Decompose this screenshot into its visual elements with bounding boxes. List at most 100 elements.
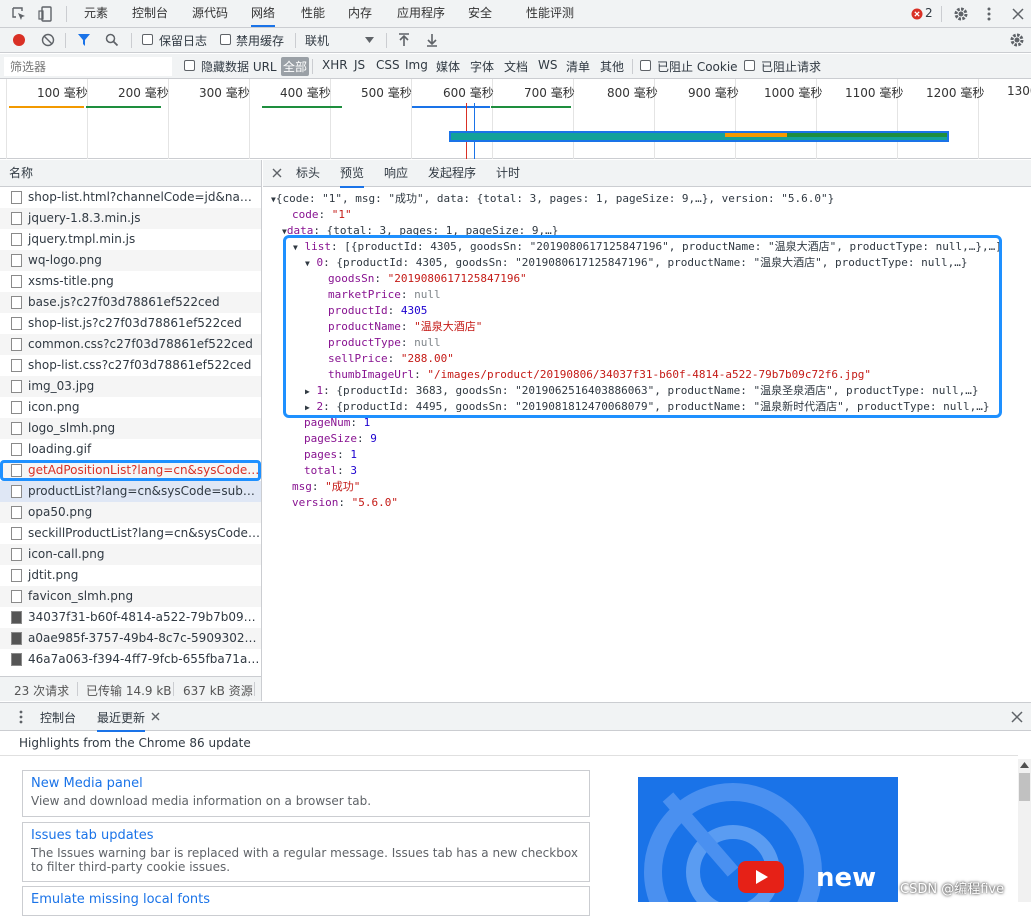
request-row[interactable]: xsms-title.png xyxy=(0,271,261,292)
preserve-log-checkbox[interactable] xyxy=(142,34,153,45)
drawer-tab-console[interactable]: 控制台 xyxy=(40,709,76,726)
tab-elements[interactable]: 元素 xyxy=(84,0,108,27)
tab-lighthouse[interactable]: 性能评测 xyxy=(526,0,574,27)
close-devtools-icon[interactable] xyxy=(1012,8,1024,20)
youtube-play-icon[interactable] xyxy=(738,861,784,893)
filter-type-manifest[interactable]: 清单 xyxy=(566,58,590,75)
whats-new-card[interactable]: New Media panel View and download media … xyxy=(22,770,590,817)
record-icon[interactable] xyxy=(12,33,26,47)
request-row[interactable]: common.css?c27f03d78861ef522ced xyxy=(0,334,261,355)
scrollbar-thumb[interactable] xyxy=(1019,773,1030,801)
scroll-up-arrow-icon[interactable] xyxy=(1020,762,1029,768)
tab-initiator[interactable]: 发起程序 xyxy=(428,160,476,186)
request-row[interactable]: 34037f31-b60f-4814-a522-79b7b09c72f6... xyxy=(0,607,261,628)
timeline-tick-label: 200 毫秒 xyxy=(118,86,169,100)
export-har-icon[interactable] xyxy=(425,32,439,48)
tab-headers[interactable]: 标头 xyxy=(296,160,320,186)
tab-performance[interactable]: 性能 xyxy=(301,0,325,27)
request-row[interactable]: logo_slmh.png xyxy=(0,418,261,439)
error-count[interactable]: 2 xyxy=(925,6,933,20)
divider xyxy=(254,682,255,696)
filter-type-css[interactable]: CSS xyxy=(376,58,400,72)
request-row[interactable]: img_03.jpg xyxy=(0,376,261,397)
tab-network[interactable]: 网络 xyxy=(251,0,276,27)
request-row[interactable]: base.js?c27f03d78861ef522ced xyxy=(0,292,261,313)
whats-new-card[interactable]: Issues tab updates The Issues warning ba… xyxy=(22,822,590,882)
whats-new-card[interactable]: Emulate missing local fonts xyxy=(22,886,590,916)
filter-type-ws[interactable]: WS xyxy=(538,58,557,72)
request-row[interactable]: opa50.png xyxy=(0,502,261,523)
request-row[interactable]: favicon_slmh.png xyxy=(0,586,261,607)
dropdown-arrow-icon[interactable] xyxy=(365,37,374,43)
script-file-icon xyxy=(11,212,22,225)
json-list-item-1[interactable]: ▶ 1: {productId: 3683, goodsSn: "2019062… xyxy=(305,383,979,400)
settings-gear-icon[interactable] xyxy=(953,6,969,22)
network-overview-timeline[interactable]: 100 毫秒 200 毫秒 300 毫秒 400 毫秒 500 毫秒 600 毫… xyxy=(0,79,1031,159)
close-drawer-icon[interactable] xyxy=(1011,711,1023,723)
scrollbar[interactable] xyxy=(1018,759,1031,902)
request-row[interactable]: shop-list.html?channelCode=jd&name=... xyxy=(0,187,261,208)
filter-type-js[interactable]: JS xyxy=(354,58,365,72)
inspect-element-icon[interactable] xyxy=(11,6,27,22)
script-file-icon xyxy=(11,317,22,330)
import-har-icon[interactable] xyxy=(397,32,411,48)
throttling-select[interactable]: 联机 xyxy=(305,32,329,49)
filter-icon[interactable] xyxy=(77,33,91,47)
request-row[interactable]: icon.png xyxy=(0,397,261,418)
drawer-menu-icon[interactable] xyxy=(18,710,24,724)
filter-type-xhr[interactable]: XHR xyxy=(322,58,348,72)
tab-timing[interactable]: 计时 xyxy=(496,160,520,186)
request-row[interactable]: loading.gif xyxy=(0,439,261,460)
tab-console[interactable]: 控制台 xyxy=(132,0,168,27)
error-icon[interactable] xyxy=(911,8,923,20)
json-field-data[interactable]: ▼data: {total: 3, pages: 1, pageSize: 9,… xyxy=(282,223,558,240)
blocked-requests-checkbox[interactable] xyxy=(744,60,755,71)
clear-icon[interactable] xyxy=(41,33,55,47)
filter-type-all[interactable]: 全部 xyxy=(281,57,310,76)
tab-application[interactable]: 应用程序 xyxy=(397,0,445,27)
close-tab-icon[interactable] xyxy=(151,712,160,721)
request-name: favicon_slmh.png xyxy=(28,589,134,603)
json-field-list[interactable]: ▼ list: [{productId: 4305, goodsSn: "201… xyxy=(293,239,1002,256)
name-column-header[interactable]: 名称 xyxy=(0,160,261,187)
search-icon[interactable] xyxy=(105,33,119,47)
more-options-icon[interactable] xyxy=(984,6,994,22)
filter-type-doc[interactable]: 文档 xyxy=(504,58,528,75)
json-list-item-0[interactable]: ▼ 0: {productId: 4305, goodsSn: "2019080… xyxy=(305,255,968,272)
tab-response[interactable]: 响应 xyxy=(384,160,408,186)
request-row[interactable]: shop-list.css?c27f03d78861ef522ced xyxy=(0,355,261,376)
request-row[interactable]: icon-call.png xyxy=(0,544,261,565)
disable-cache-checkbox[interactable] xyxy=(220,34,231,45)
request-row[interactable]: seckillProductList?lang=cn&sysCode=sub..… xyxy=(0,523,261,544)
tab-memory[interactable]: 内存 xyxy=(348,0,372,27)
hide-data-url-checkbox[interactable] xyxy=(184,60,195,71)
request-row-selected[interactable]: productList?lang=cn&sysCode=sub7415... xyxy=(0,481,261,502)
filter-type-font[interactable]: 字体 xyxy=(470,58,494,75)
json-list-item-2[interactable]: ▶ 2: {productId: 4495, goodsSn: "2019081… xyxy=(305,399,990,416)
json-root-row[interactable]: ▼{code: "1", msg: "成功", data: {total: 3,… xyxy=(271,191,834,208)
filter-type-other[interactable]: 其他 xyxy=(600,58,624,75)
request-row[interactable]: jquery-1.8.3.min.js xyxy=(0,208,261,229)
blocked-cookies-checkbox[interactable] xyxy=(640,60,651,71)
request-row-highlighted[interactable]: getAdPositionList?lang=cn&sysCode=su... xyxy=(0,460,261,481)
request-row[interactable]: 46a7a063-f394-4ff7-9fcb-655fba71a937.j..… xyxy=(0,649,261,670)
device-toolbar-icon[interactable] xyxy=(38,6,54,22)
card-title[interactable]: New Media panel xyxy=(31,775,581,792)
tab-preview[interactable]: 预览 xyxy=(340,160,365,188)
whats-new-video-thumbnail[interactable]: new xyxy=(638,777,898,902)
request-row[interactable]: jquery.tmpl.min.js xyxy=(0,229,261,250)
tab-sources[interactable]: 源代码 xyxy=(192,0,228,27)
filter-type-img[interactable]: Img xyxy=(405,58,428,72)
filter-input[interactable] xyxy=(4,57,172,76)
request-row[interactable]: a0ae985f-3757-49b4-8c7c-590930265b0... xyxy=(0,628,261,649)
filter-type-media[interactable]: 媒体 xyxy=(436,58,460,75)
request-row[interactable]: wq-logo.png xyxy=(0,250,261,271)
network-settings-icon[interactable] xyxy=(1009,32,1025,48)
tab-security[interactable]: 安全 xyxy=(468,0,492,27)
drawer-tab-whats-new[interactable]: 最近更新 xyxy=(97,709,146,732)
request-row[interactable]: jdtit.png xyxy=(0,565,261,586)
card-title[interactable]: Issues tab updates xyxy=(31,827,581,844)
close-detail-icon[interactable] xyxy=(272,168,282,178)
card-title[interactable]: Emulate missing local fonts xyxy=(31,891,581,908)
request-row[interactable]: shop-list.js?c27f03d78861ef522ced xyxy=(0,313,261,334)
